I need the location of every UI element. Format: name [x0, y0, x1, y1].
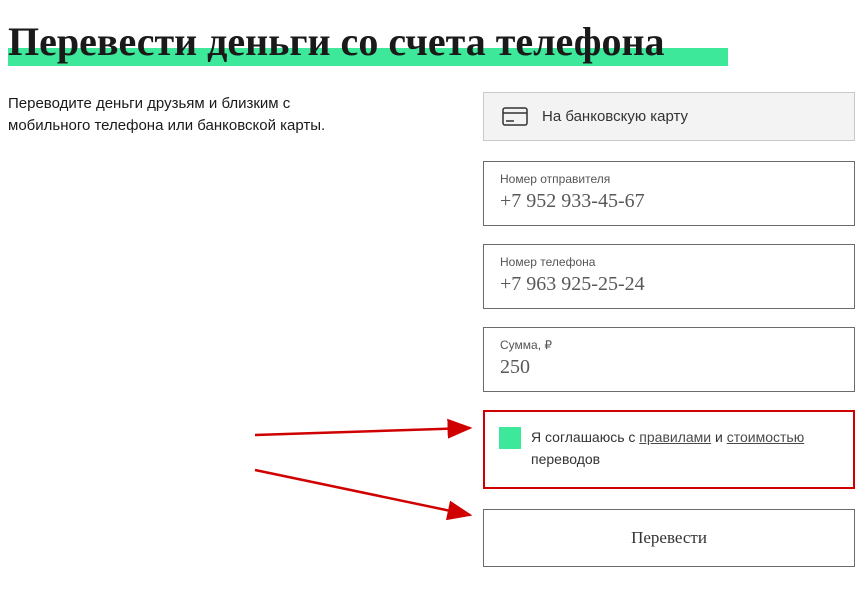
amount-label: Сумма, ₽	[500, 338, 838, 352]
amount-field[interactable]: Сумма, ₽ 250	[483, 327, 855, 392]
submit-button[interactable]: Перевести	[483, 509, 855, 567]
page-description: Переводите деньги друзьям и близким с мо…	[0, 93, 360, 137]
cost-link[interactable]: стоимостью	[727, 429, 804, 445]
agreement-box: Я соглашаюсь с правилами и стоимостью пе…	[483, 410, 855, 489]
phone-value: +7 963 925-25-24	[500, 273, 838, 296]
annotation-arrow-1	[250, 380, 480, 440]
page-title: Перевести деньги со счета телефона	[0, 0, 673, 65]
tab-label: На банковскую карту	[542, 108, 688, 125]
sender-label: Номер отправителя	[500, 172, 838, 186]
title-section: Перевести деньги со счета телефона	[0, 0, 867, 65]
agreement-checkbox[interactable]	[499, 427, 521, 449]
tab-bank-card[interactable]: На банковскую карту	[483, 92, 855, 141]
transfer-form: На банковскую карту Номер отправителя +7…	[483, 92, 855, 567]
card-icon	[502, 107, 528, 126]
annotation-arrow-2	[250, 460, 480, 520]
amount-value: 250	[500, 356, 838, 379]
phone-label: Номер телефона	[500, 255, 838, 269]
sender-value: +7 952 933-45-67	[500, 190, 838, 213]
agreement-text: Я соглашаюсь с правилами и стоимостью пе…	[531, 426, 839, 471]
sender-field[interactable]: Номер отправителя +7 952 933-45-67	[483, 161, 855, 226]
rules-link[interactable]: правилами	[639, 429, 711, 445]
phone-field[interactable]: Номер телефона +7 963 925-25-24	[483, 244, 855, 309]
